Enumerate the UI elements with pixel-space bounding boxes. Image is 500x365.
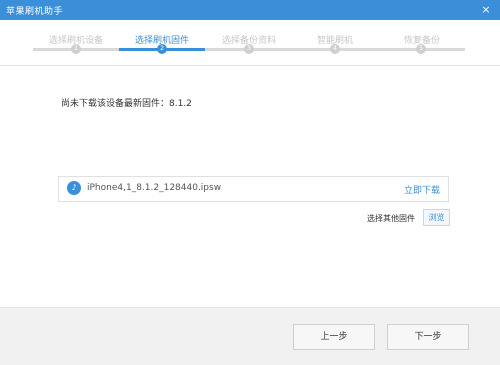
step-5-dot: 5 — [416, 44, 426, 54]
step-1-dot: 1 — [71, 44, 81, 54]
step-3-dot: 3 — [244, 44, 254, 54]
download-now-link[interactable]: 立即下载 — [404, 183, 440, 196]
choose-other-firmware-label: 选择其他固件 — [367, 214, 415, 223]
close-icon[interactable]: × — [478, 2, 494, 18]
prev-step-button[interactable]: 上一步 — [293, 324, 375, 350]
step-2-dot: 2 — [157, 44, 167, 54]
firmware-filename: iPhone4,1_8.1.2_128440.ipsw — [87, 183, 222, 193]
latest-firmware-notice: 尚未下载该设备最新固件：8.1.2 — [61, 99, 192, 109]
itunes-icon: ♪ — [67, 181, 81, 195]
browse-button[interactable]: 浏览 — [423, 209, 450, 226]
firmware-row: ♪ iPhone4,1_8.1.2_128440.ipsw 立即下载 — [58, 176, 449, 202]
step-4-dot: 4 — [330, 44, 340, 54]
steps-bar: 选择刷机设备 选择刷机固件 选择备份资料 智能刷机 恢复备份 — [0, 20, 500, 66]
footer-bar: 上一步 下一步 — [0, 307, 500, 365]
title-bar: 苹果刷机助手 × — [0, 0, 500, 20]
next-step-button[interactable]: 下一步 — [387, 324, 469, 350]
app-title: 苹果刷机助手 — [6, 7, 64, 17]
